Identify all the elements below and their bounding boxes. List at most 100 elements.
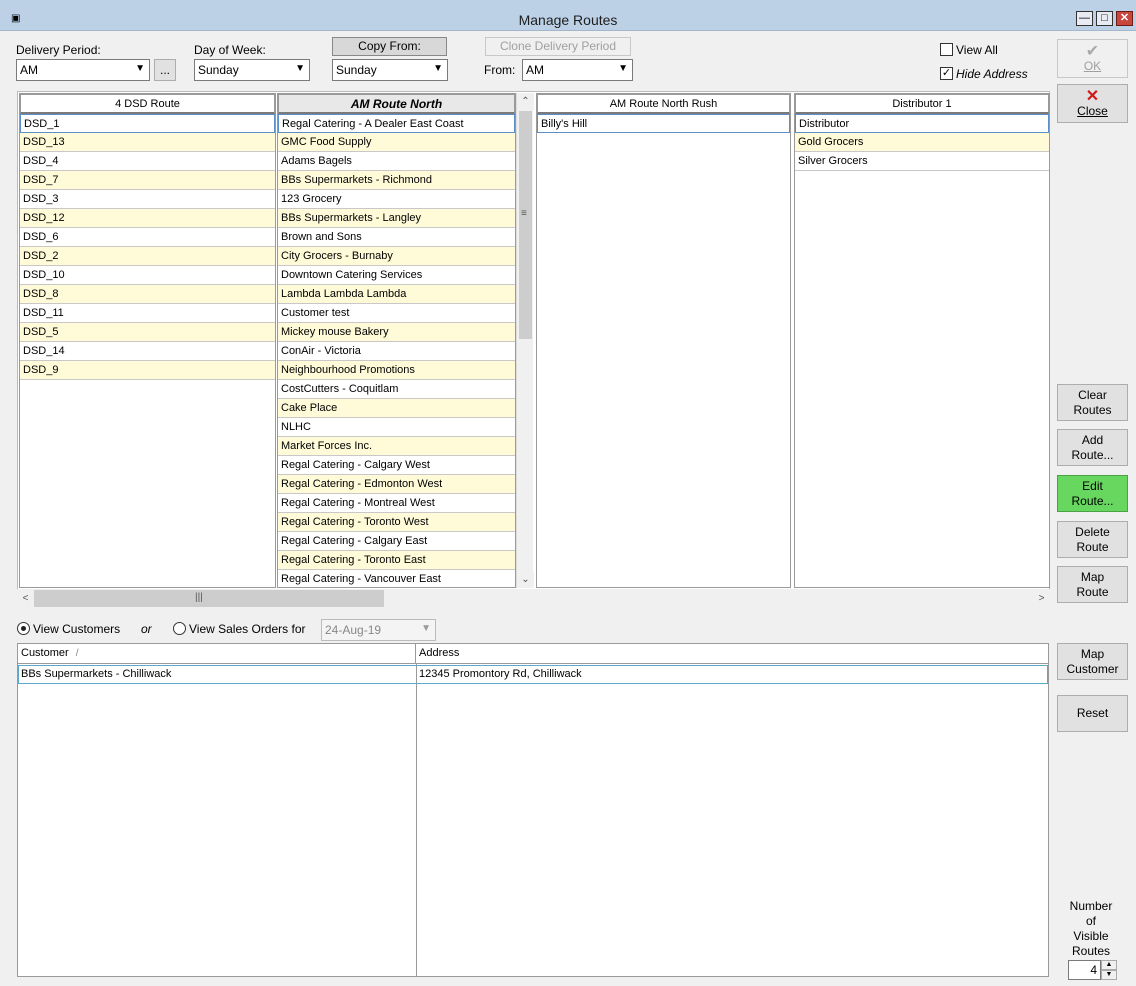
copy-from-select[interactable]: Sunday ▼ <box>332 59 448 81</box>
route-panel-2-scrollbar[interactable]: ⌃ ≡ ⌄ <box>516 93 534 588</box>
route-stop-item[interactable]: Regal Catering - Vancouver East <box>278 570 515 587</box>
clear-routes-button[interactable]: Clear Routes <box>1057 384 1128 421</box>
minimize-button[interactable]: — <box>1076 11 1093 26</box>
route-stop-item[interactable]: DSD_6 <box>20 228 275 247</box>
route-stop-item[interactable]: Lambda Lambda Lambda <box>278 285 515 304</box>
clear-routes-label-1: Clear <box>1078 387 1107 402</box>
scroll-left-icon[interactable]: < <box>17 590 34 607</box>
route-stop-item[interactable]: Cake Place <box>278 399 515 418</box>
route-list: DSD_1 DSD_13 DSD_4 DSD_7 DSD_3 DSD_12 DSD_6 DSD… <box>20 114 275 380</box>
edit-route-label-2: Route... <box>1071 493 1114 508</box>
visible-routes-input[interactable]: 4 <box>1068 960 1101 980</box>
route-stop-item[interactable]: Regal Catering - Montreal West <box>278 494 515 513</box>
route-stop-item[interactable]: Regal Catering - Calgary East <box>278 532 515 551</box>
route-stop-item[interactable]: Brown and Sons <box>278 228 515 247</box>
route-panel-1: 4 DSD Route DSD_1 DSD_13 DSD_4 DSD_7 DSD_3 DS… <box>19 93 276 588</box>
route-stop-item[interactable]: Gold Grocers <box>795 133 1049 152</box>
route-stop-item[interactable]: Regal Catering - A Dealer East Coast <box>278 114 515 133</box>
route-header[interactable]: AM Route North Rush <box>537 94 790 114</box>
day-of-week-value: Sunday <box>198 63 239 77</box>
route-stop-item[interactable]: DSD_5 <box>20 323 275 342</box>
route-stop-item[interactable]: Neighbourhood Promotions <box>278 361 515 380</box>
hide-address-label: Hide Address <box>956 67 1028 81</box>
scroll-up-icon[interactable]: ⌃ <box>517 93 534 110</box>
route-stop-item[interactable]: Distributor <box>795 114 1049 133</box>
route-stop-item[interactable]: Customer test <box>278 304 515 323</box>
scroll-down-icon[interactable]: ⌄ <box>517 571 534 588</box>
delivery-period-select[interactable]: AM ▼ <box>16 59 150 81</box>
grip-icon: ≡ <box>521 208 527 219</box>
route-header[interactable]: 4 DSD Route <box>20 94 275 114</box>
table-row[interactable]: BBs Supermarkets - Chilliwack 12345 Prom… <box>18 665 1048 684</box>
route-stop-item[interactable]: NLHC <box>278 418 515 437</box>
clone-from-select[interactable]: AM ▼ <box>522 59 633 81</box>
day-of-week-label: Day of Week: <box>194 43 266 57</box>
clone-delivery-period-button[interactable]: Clone Delivery Period <box>485 37 631 56</box>
scroll-right-icon[interactable]: > <box>1033 590 1050 607</box>
window-close-button[interactable]: ✕ <box>1116 11 1133 26</box>
route-stop-item[interactable]: DSD_12 <box>20 209 275 228</box>
maximize-button[interactable]: □ <box>1096 11 1113 26</box>
ok-button[interactable]: ✔ OK <box>1057 39 1128 78</box>
route-stop-item[interactable]: Market Forces Inc. <box>278 437 515 456</box>
map-customer-label-1: Map <box>1080 646 1105 661</box>
route-stop-item[interactable]: DSD_10 <box>20 266 275 285</box>
delete-route-button[interactable]: Delete Route <box>1057 521 1128 558</box>
day-of-week-select[interactable]: Sunday ▼ <box>194 59 310 81</box>
spin-down-icon[interactable]: ▼ <box>1101 970 1117 980</box>
route-stop-item[interactable]: DSD_3 <box>20 190 275 209</box>
customer-column-label: Customer <box>21 647 69 659</box>
address-column-header[interactable]: Address <box>416 644 1048 664</box>
route-stop-item[interactable]: BBs Supermarkets - Langley <box>278 209 515 228</box>
map-customer-button[interactable]: Map Customer <box>1057 643 1128 680</box>
view-all-checkbox[interactable] <box>940 43 953 56</box>
route-stop-item[interactable]: Regal Catering - Toronto West <box>278 513 515 532</box>
spin-up-icon[interactable]: ▲ <box>1101 960 1117 970</box>
delivery-period-value: AM <box>20 63 38 77</box>
route-stop-item[interactable]: Downtown Catering Services <box>278 266 515 285</box>
route-stop-item[interactable]: DSD_1 <box>20 114 275 133</box>
routes-hscrollbar[interactable]: < ||| > <box>17 589 1050 608</box>
route-stop-item[interactable]: DSD_9 <box>20 361 275 380</box>
route-header[interactable]: Distributor 1 <box>795 94 1049 114</box>
route-stop-item[interactable]: ConAir - Victoria <box>278 342 515 361</box>
scroll-thumb[interactable] <box>519 111 532 339</box>
copy-from-button[interactable]: Copy From: <box>332 37 447 56</box>
route-stop-item[interactable]: Silver Grocers <box>795 152 1049 171</box>
route-stop-item[interactable]: Billy's Hill <box>537 114 790 133</box>
reset-button[interactable]: Reset <box>1057 695 1128 732</box>
route-stop-item[interactable]: Regal Catering - Toronto East <box>278 551 515 570</box>
map-route-button[interactable]: Map Route <box>1057 566 1128 603</box>
route-stop-item[interactable]: DSD_11 <box>20 304 275 323</box>
route-stop-item[interactable]: Regal Catering - Edmonton West <box>278 475 515 494</box>
close-button[interactable]: ✕ Close <box>1057 84 1128 123</box>
route-stop-item[interactable]: DSD_4 <box>20 152 275 171</box>
hscroll-thumb[interactable] <box>34 590 384 607</box>
view-customers-radio[interactable] <box>17 622 30 635</box>
delivery-period-browse-button[interactable]: ... <box>154 59 176 81</box>
edit-route-button[interactable]: Edit Route... <box>1057 475 1128 512</box>
view-sales-orders-radio[interactable] <box>173 622 186 635</box>
route-stop-item[interactable]: 123 Grocery <box>278 190 515 209</box>
add-route-button[interactable]: Add Route... <box>1057 429 1128 466</box>
sales-date-value: 24-Aug-19 <box>325 623 382 637</box>
route-header[interactable]: AM Route North <box>278 94 515 114</box>
route-stop-item[interactable]: Mickey mouse Bakery <box>278 323 515 342</box>
customer-column-header[interactable]: Customer / <box>18 644 416 664</box>
route-stop-item[interactable]: CostCutters - Coquitlam <box>278 380 515 399</box>
route-stop-item[interactable]: Adams Bagels <box>278 152 515 171</box>
visible-routes-label-2: of <box>1085 914 1096 928</box>
sales-date-picker[interactable]: 24-Aug-19 ▼ <box>321 619 436 641</box>
route-stop-item[interactable]: DSD_13 <box>20 133 275 152</box>
route-stop-item[interactable]: BBs Supermarkets - Richmond <box>278 171 515 190</box>
route-stop-item[interactable]: DSD_8 <box>20 285 275 304</box>
hide-address-checkbox[interactable]: ✓ <box>940 67 953 80</box>
delete-route-label-1: Delete <box>1075 524 1110 539</box>
window-title: Manage Routes <box>518 12 618 28</box>
route-stop-item[interactable]: GMC Food Supply <box>278 133 515 152</box>
route-stop-item[interactable]: DSD_2 <box>20 247 275 266</box>
route-stop-item[interactable]: City Grocers - Burnaby <box>278 247 515 266</box>
route-stop-item[interactable]: DSD_14 <box>20 342 275 361</box>
route-stop-item[interactable]: DSD_7 <box>20 171 275 190</box>
route-stop-item[interactable]: Regal Catering - Calgary West <box>278 456 515 475</box>
